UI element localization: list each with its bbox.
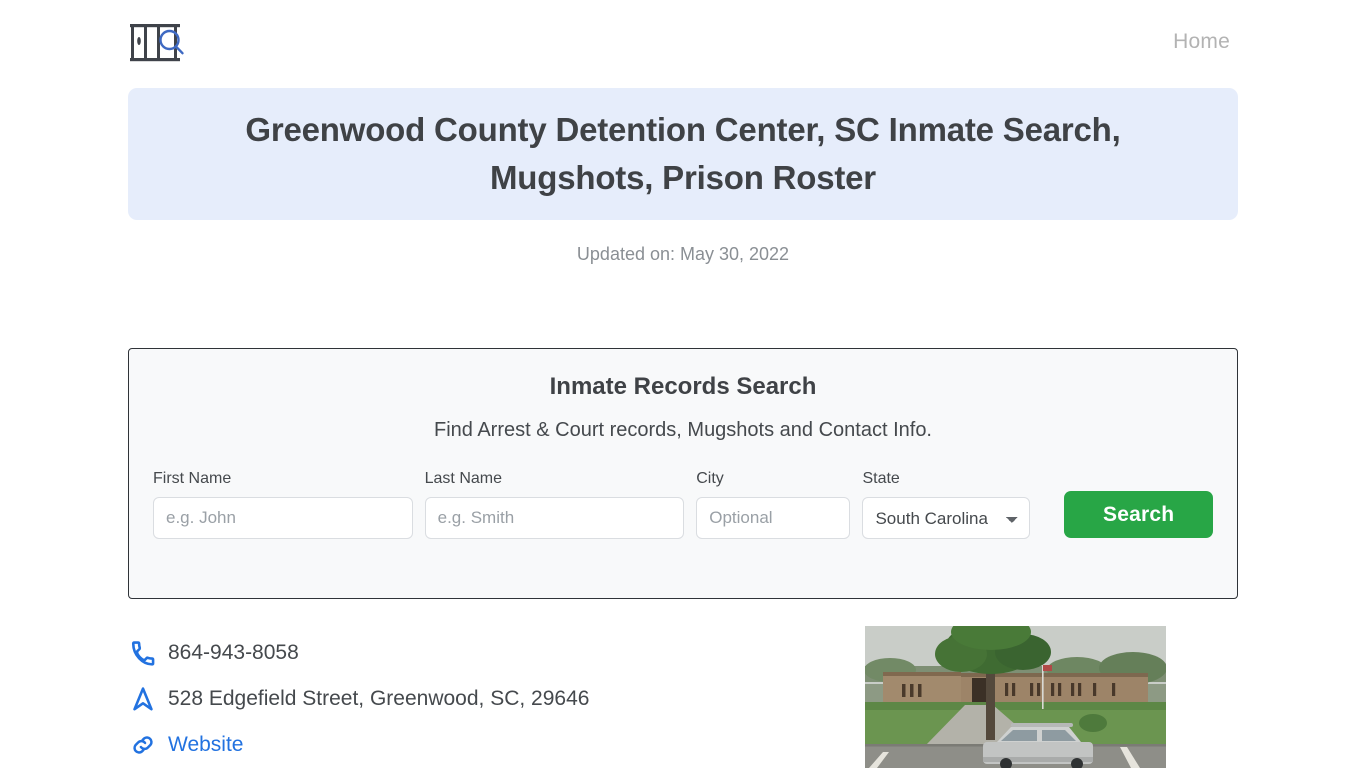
state-select[interactable]: South Carolina — [862, 497, 1031, 539]
phone-icon — [128, 640, 158, 666]
page-title-banner: Greenwood County Detention Center, SC In… — [128, 88, 1238, 220]
city-label: City — [696, 470, 724, 487]
state-label: State — [862, 470, 900, 487]
contact-row-address: 528 Edgefield Street, Greenwood, SC, 296… — [128, 676, 828, 722]
page-title: Greenwood County Detention Center, SC In… — [245, 111, 1121, 196]
website-link[interactable]: Website — [168, 733, 243, 757]
site-header: Home — [0, 0, 1366, 84]
search-panel-subtitle: Find Arrest & Court records, Mugshots an… — [433, 419, 932, 441]
phone-number: 864-943-8058 — [168, 641, 299, 664]
prison-bars-search-logo-icon — [128, 21, 190, 63]
navigation-arrow-icon — [128, 686, 158, 712]
inmate-search-form: First Name Last Name City State South Ca… — [129, 442, 1237, 539]
state-field-group: State South Carolina — [862, 470, 1031, 539]
search-panel-title: Inmate Records Search — [549, 373, 817, 400]
facility-photo — [865, 626, 1166, 768]
facility-address: 528 Edgefield Street, Greenwood, SC, 296… — [168, 687, 590, 710]
contact-row-website: Website — [128, 722, 828, 768]
search-button[interactable]: Search — [1064, 491, 1213, 538]
updated-timestamp: Updated on: May 30, 2022 — [576, 244, 790, 264]
first-name-input[interactable] — [153, 497, 413, 539]
main-nav: Home — [1173, 30, 1230, 54]
first-name-label: First Name — [153, 470, 232, 487]
contact-row-phone: 864-943-8058 — [128, 630, 828, 676]
last-name-field-group: Last Name — [424, 470, 685, 539]
page-root: Home Greenwood County Detention Center, … — [0, 0, 1366, 768]
nav-link-home[interactable]: Home — [1173, 30, 1230, 54]
facility-contact-info: 864-943-8058 528 Edgefield Street, Green… — [128, 630, 828, 768]
first-name-field-group: First Name — [153, 470, 413, 539]
link-icon — [128, 732, 158, 758]
last-name-label: Last Name — [424, 470, 502, 487]
last-name-input[interactable] — [424, 497, 685, 539]
city-field-group: City — [696, 470, 851, 539]
site-logo[interactable] — [128, 20, 190, 64]
inmate-records-search-panel: Inmate Records Search Find Arrest & Cour… — [128, 348, 1238, 599]
city-input[interactable] — [696, 497, 851, 539]
